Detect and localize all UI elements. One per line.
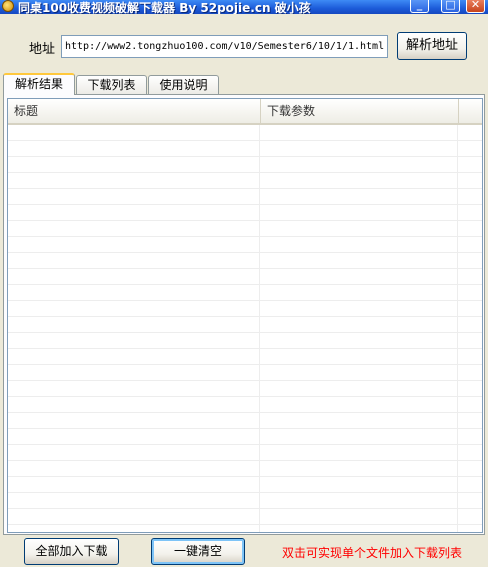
results-list[interactable]: 标题 下载参数 — [7, 98, 483, 533]
minimize-button[interactable]: _ — [410, 0, 429, 13]
tab-instructions[interactable]: 使用说明 — [148, 75, 219, 94]
maximize-button[interactable]: □ — [441, 0, 460, 13]
add-all-download-button[interactable]: 全部加入下载 — [24, 538, 119, 565]
close-icon: ✕ — [470, 0, 481, 11]
column-header-download-params[interactable]: 下载参数 — [260, 99, 458, 123]
app-icon — [2, 0, 14, 12]
list-body[interactable] — [8, 125, 482, 532]
title-bar: 同桌100收费视频破解下载器 By 52pojie.cn 破小孩 _ □ ✕ — [0, 0, 488, 14]
address-label: 地址 — [29, 42, 56, 57]
minimize-icon: _ — [416, 0, 423, 11]
column-header-title[interactable]: 标题 — [8, 99, 260, 123]
maximize-icon: □ — [445, 0, 456, 11]
parse-address-button[interactable]: 解析地址 — [397, 32, 467, 60]
list-header: 标题 下载参数 — [8, 99, 482, 125]
window-title: 同桌100收费视频破解下载器 By 52pojie.cn 破小孩 — [18, 1, 311, 14]
tab-download-list[interactable]: 下载列表 — [76, 75, 147, 94]
clear-all-button[interactable]: 一键清空 — [151, 538, 245, 565]
tab-parse-results[interactable]: 解析结果 — [3, 73, 75, 95]
column-header-extra[interactable] — [458, 99, 482, 123]
hint-text: 双击可实现单个文件加入下载列表 — [282, 546, 463, 560]
close-button[interactable]: ✕ — [466, 0, 485, 13]
address-input[interactable]: http://www2.tongzhuo100.com/v10/Semester… — [61, 35, 388, 58]
